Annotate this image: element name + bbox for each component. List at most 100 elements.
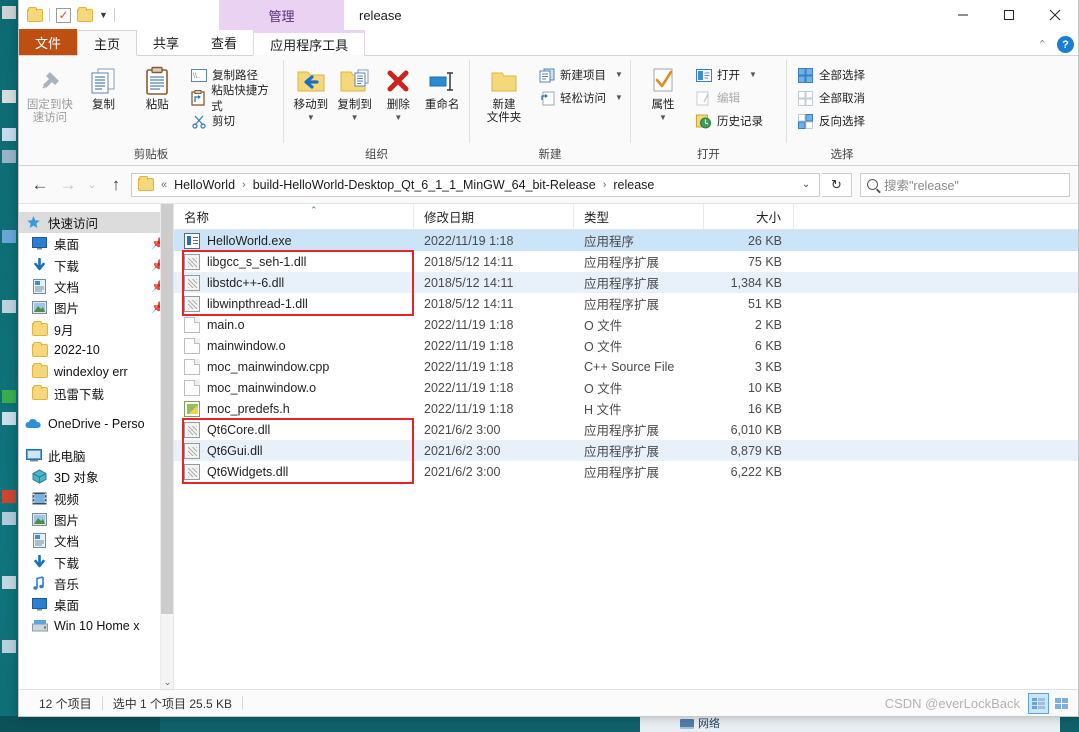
contextual-tab-header-management[interactable]: 管理 bbox=[219, 0, 344, 30]
close-button[interactable] bbox=[1032, 0, 1078, 30]
scrollbar-track[interactable] bbox=[161, 614, 173, 674]
sidebar-item-folder-xunlei-downloads[interactable]: 迅雷下载 bbox=[19, 382, 173, 403]
table-row[interactable]: libwinpthread-1.dll 2018/5/12 14:11 应用程序扩展… bbox=[174, 293, 1078, 314]
chevron-down-icon[interactable]: ▼ bbox=[659, 114, 667, 122]
easy-access-button[interactable]: 轻松访问 ▼ bbox=[538, 88, 623, 108]
desktop-icon[interactable] bbox=[2, 230, 16, 243]
paste-button[interactable]: 粘贴 bbox=[132, 62, 182, 112]
history-button[interactable]: 历史记录 bbox=[695, 111, 763, 131]
sidebar-item-this-pc[interactable]: 此电脑 bbox=[19, 445, 173, 466]
desktop-icon[interactable] bbox=[2, 390, 16, 403]
desktop-icon[interactable] bbox=[2, 90, 16, 103]
refresh-button[interactable]: ↻ bbox=[822, 172, 852, 197]
table-row[interactable]: libgcc_s_seh-1.dll 2018/5/12 14:11 应用程序扩展 7… bbox=[174, 251, 1078, 272]
table-row[interactable]: main.o 2022/11/19 1:18 O 文件 2 KB bbox=[174, 314, 1078, 335]
properties-button[interactable]: 属性 ▼ bbox=[637, 62, 689, 122]
table-row[interactable]: Qt6Core.dll 2021/6/2 3:00 应用程序扩展 6,010 KB bbox=[174, 419, 1078, 440]
details-view-button[interactable] bbox=[1028, 693, 1049, 714]
sidebar-item-onedrive[interactable]: OneDrive - Perso bbox=[19, 414, 173, 435]
chevron-down-icon[interactable]: ▼ bbox=[99, 10, 108, 20]
column-header-name[interactable]: 名称 bbox=[174, 204, 414, 230]
taskbar[interactable] bbox=[0, 716, 1079, 732]
cut-button[interactable]: 剪切 bbox=[190, 111, 277, 131]
search-box[interactable]: 搜索"release" bbox=[860, 172, 1070, 197]
column-header-type[interactable]: 类型 bbox=[574, 204, 704, 230]
desktop-icon[interactable] bbox=[2, 640, 16, 653]
breadcrumb-folder-icon[interactable] bbox=[138, 176, 154, 191]
desktop-icon[interactable] bbox=[2, 150, 16, 163]
sidebar-item-pictures-pc[interactable]: 图片 bbox=[19, 509, 173, 530]
new-folder-button[interactable]: 新建 文件夹 bbox=[476, 62, 532, 125]
recent-locations-button[interactable]: ⌄ bbox=[83, 172, 101, 198]
paste-shortcut-button[interactable]: 粘贴快捷方式 bbox=[190, 85, 277, 113]
edit-button[interactable]: 编辑 bbox=[695, 88, 763, 108]
scroll-down-arrow-icon[interactable]: ⌄ bbox=[161, 675, 173, 689]
table-row[interactable]: moc_predefs.h 2022/11/19 1:18 H 文件 16 KB bbox=[174, 398, 1078, 419]
table-row[interactable]: Qt6Widgets.dll 2021/6/2 3:00 应用程序扩展 6,222 K… bbox=[174, 461, 1078, 482]
sidebar-item-desktop-pc[interactable]: 桌面 bbox=[19, 594, 173, 615]
sidebar-item-folder-september[interactable]: 9月 bbox=[19, 318, 173, 339]
maximize-button[interactable] bbox=[986, 0, 1032, 30]
tab-share[interactable]: 共享 bbox=[137, 29, 195, 55]
tab-home[interactable]: 主页 bbox=[77, 30, 138, 56]
desktop-icon[interactable] bbox=[2, 300, 16, 313]
table-row[interactable]: moc_mainwindow.cpp 2022/11/19 1:18 C++ Sou… bbox=[174, 356, 1078, 377]
breadcrumb-item-2[interactable]: release bbox=[610, 178, 657, 192]
select-all-button[interactable]: 全部选择 bbox=[797, 65, 865, 85]
sidebar-item-folder-windexloy-err[interactable]: windexloy err bbox=[19, 361, 173, 382]
sidebar-item-music[interactable]: 音乐 bbox=[19, 573, 173, 594]
table-row[interactable]: HelloWorld.exe 2022/11/19 1:18 应用程序 26 KB bbox=[174, 230, 1078, 251]
move-to-button[interactable]: 移动到 ▼ bbox=[290, 62, 332, 122]
copy-to-button[interactable]: 复制到 ▼ bbox=[334, 62, 376, 122]
properties-checkbox-icon[interactable]: ✓ bbox=[56, 7, 71, 23]
minimize-button[interactable] bbox=[940, 0, 986, 30]
new-item-button[interactable]: 新建项目 ▼ bbox=[538, 65, 623, 85]
rename-button[interactable]: 重命名 bbox=[421, 62, 463, 112]
taskbar-network-item[interactable]: 网络 bbox=[680, 716, 720, 732]
forward-button[interactable]: → bbox=[55, 172, 81, 198]
breadcrumb-overflow-icon[interactable]: « bbox=[159, 179, 169, 191]
table-row[interactable]: libstdc++-6.dll 2018/5/12 14:11 应用程序扩展 1,38… bbox=[174, 272, 1078, 293]
desktop-icon[interactable] bbox=[2, 128, 16, 141]
breadcrumb-dropdown-icon[interactable]: ⌄ bbox=[795, 179, 817, 190]
tab-application-tools[interactable]: 应用程序工具 bbox=[253, 30, 366, 56]
sidebar-item-documents-pc[interactable]: 文档 bbox=[19, 530, 173, 551]
chevron-down-icon[interactable]: ▼ bbox=[749, 71, 757, 79]
up-one-level-button[interactable]: ↑ bbox=[103, 172, 129, 198]
desktop-icon[interactable] bbox=[2, 490, 16, 503]
table-row[interactable]: moc_mainwindow.o 2022/11/19 1:18 O 文件 10 KB bbox=[174, 377, 1078, 398]
pin-to-quick-access-button[interactable]: 固定到快 速访问 bbox=[25, 62, 75, 125]
sidebar-item-downloads-pc[interactable]: 下载 bbox=[19, 551, 173, 572]
sidebar-item-win10-drive[interactable]: Win 10 Home x bbox=[19, 615, 173, 636]
sidebar-item-pictures[interactable]: 图片 📌 bbox=[19, 297, 173, 318]
table-row[interactable]: mainwindow.o 2022/11/19 1:18 O 文件 6 KB bbox=[174, 335, 1078, 356]
desktop-icon[interactable] bbox=[2, 6, 16, 19]
chevron-down-icon[interactable]: ▼ bbox=[351, 114, 359, 122]
tab-view[interactable]: 查看 bbox=[195, 29, 253, 55]
navigation-pane-scrollbar[interactable]: ⌃ ⌄ bbox=[160, 204, 173, 689]
breadcrumb-item-1[interactable]: build-HelloWorld-Desktop_Qt_6_1_1_MinGW_… bbox=[250, 178, 599, 192]
chevron-down-icon[interactable]: ▼ bbox=[615, 94, 623, 102]
chevron-up-icon[interactable]: ⌃ bbox=[1038, 38, 1047, 51]
new-folder-qat-icon[interactable] bbox=[77, 6, 93, 22]
sidebar-item-documents[interactable]: 文档 📌 bbox=[19, 276, 173, 297]
column-header-date-modified[interactable]: 修改日期 bbox=[414, 204, 574, 230]
desktop-icon[interactable] bbox=[2, 576, 16, 589]
open-button[interactable]: 打开 ▼ bbox=[695, 65, 763, 85]
quick-access-toolbar[interactable]: ✓ ▼ bbox=[19, 6, 115, 23]
large-icons-view-button[interactable] bbox=[1051, 693, 1072, 714]
chevron-down-icon[interactable]: ▼ bbox=[307, 114, 315, 122]
tab-file[interactable]: 文件 bbox=[19, 29, 78, 55]
sidebar-item-desktop[interactable]: 桌面 📌 bbox=[19, 233, 173, 254]
search-input-placeholder[interactable]: 搜索"release" bbox=[884, 175, 959, 194]
help-icon[interactable]: ? bbox=[1057, 36, 1074, 53]
sidebar-item-folder-2022-10[interactable]: 2022-10 bbox=[19, 340, 173, 361]
sidebar-item-downloads[interactable]: 下载 📌 bbox=[19, 255, 173, 276]
breadcrumb[interactable]: « HelloWorld › build-HelloWorld-Desktop_… bbox=[131, 172, 820, 197]
explorer-folder-icon[interactable] bbox=[27, 6, 43, 22]
breadcrumb-item-0[interactable]: HelloWorld bbox=[171, 178, 238, 192]
copy-button[interactable]: 复制 bbox=[79, 62, 129, 112]
scrollbar-thumb[interactable] bbox=[161, 204, 173, 614]
desktop-icon[interactable] bbox=[2, 412, 16, 425]
sidebar-item-videos[interactable]: 视频 bbox=[19, 488, 173, 509]
